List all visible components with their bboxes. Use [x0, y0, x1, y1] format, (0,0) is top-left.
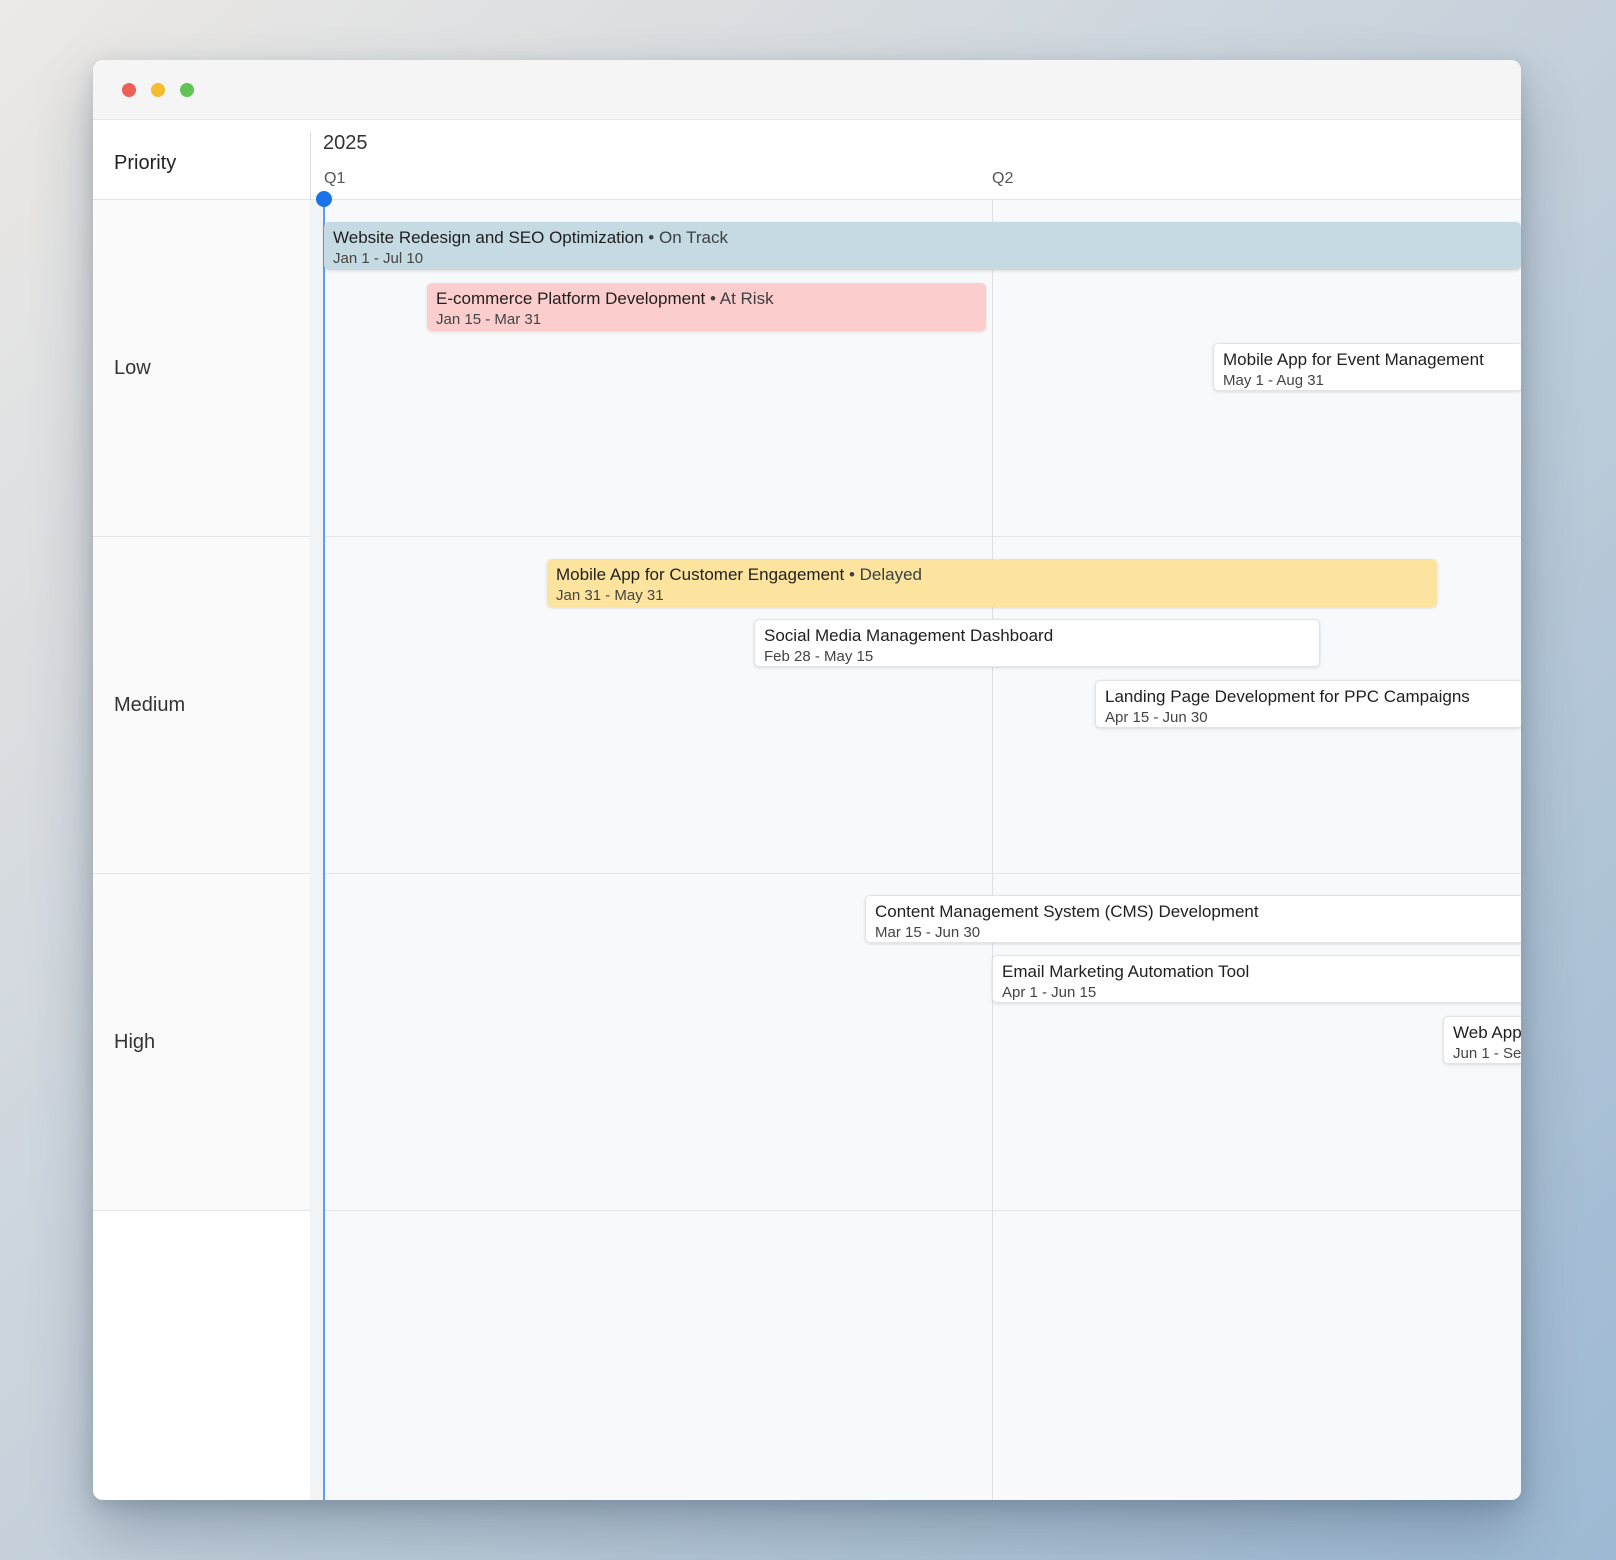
- row-label-text: Medium: [114, 694, 186, 716]
- lane-gutter: [310, 200, 324, 1500]
- task-bar[interactable]: Web App Jun 1 - Se: [1443, 1016, 1521, 1064]
- priority-header-label: Priority: [114, 152, 177, 174]
- task-name: Content Management System (CMS) Developm…: [875, 902, 1259, 921]
- task-bar[interactable]: Email Marketing Automation Tool Apr 1 - …: [992, 955, 1521, 1003]
- quarter-gridline-q2: [992, 200, 993, 1500]
- quarter-label-q2: Q2: [992, 170, 1014, 187]
- row-label-high: High: [93, 874, 310, 1211]
- task-dates: Apr 15 - Jun 30: [1105, 709, 1208, 726]
- task-name: Email Marketing Automation Tool: [1002, 962, 1250, 981]
- task-bar[interactable]: Social Media Management Dashboard Feb 28…: [754, 619, 1320, 667]
- task-dates: Apr 1 - Jun 15: [1002, 984, 1097, 1001]
- task-dates: Jan 15 - Mar 31: [436, 311, 542, 328]
- task-dates: Feb 28 - May 15: [764, 648, 874, 665]
- task-name: Landing Page Development for PPC Campaig…: [1105, 687, 1470, 706]
- row-label-empty: [93, 1211, 310, 1500]
- task-bar[interactable]: Landing Page Development for PPC Campaig…: [1095, 680, 1521, 728]
- task-name: E-commerce Platform Development: [436, 289, 706, 308]
- task-status: • Delayed: [844, 565, 922, 584]
- task-name: Mobile App for Customer Engagement: [556, 565, 845, 584]
- row-label-text: Low: [114, 357, 151, 379]
- task-name: Website Redesign and SEO Optimization: [333, 228, 644, 247]
- task-name: Web App: [1453, 1023, 1521, 1042]
- task-bar[interactable]: Content Management System (CMS) Developm…: [865, 895, 1521, 943]
- today-line: [323, 200, 325, 1500]
- task-name: Social Media Management Dashboard: [764, 626, 1054, 645]
- task-status: • On Track: [643, 228, 728, 247]
- task-bar[interactable]: E-commerce Platform Development • At Ris…: [427, 283, 986, 331]
- task-bar[interactable]: Mobile App for Customer Engagement • Del…: [547, 559, 1437, 607]
- row-label-low: Low: [93, 200, 310, 537]
- task-dates: Jan 1 - Jul 10: [333, 250, 424, 267]
- today-marker-icon[interactable]: [316, 191, 332, 207]
- task-dates: Mar 15 - Jun 30: [875, 924, 981, 941]
- row-label-medium: Medium: [93, 537, 310, 874]
- minimize-window-button[interactable]: [151, 83, 165, 97]
- lane-empty: [310, 1211, 1521, 1500]
- year-label: 2025: [323, 132, 368, 154]
- close-window-button[interactable]: [122, 83, 136, 97]
- priority-column-header: Priority: [93, 120, 310, 200]
- row-label-text: High: [114, 1031, 156, 1053]
- task-dates: May 1 - Aug 31: [1223, 372, 1324, 389]
- task-bar[interactable]: Website Redesign and SEO Optimization • …: [324, 222, 1521, 270]
- quarter-label-q1: Q1: [324, 170, 346, 187]
- task-dates: Jun 1 - Se: [1453, 1045, 1521, 1062]
- title-bar: [93, 60, 1521, 120]
- task-dates: Jan 31 - May 31: [556, 587, 664, 604]
- timeline-header: [311, 120, 1521, 200]
- task-bar[interactable]: Mobile App for Event Management May 1 - …: [1213, 343, 1521, 391]
- task-status: • At Risk: [705, 289, 774, 308]
- task-name: Mobile App for Event Management: [1223, 350, 1484, 369]
- app-window: Priority 2025 Q1 Q2 Low Medium High Webs…: [93, 60, 1521, 1500]
- maximize-window-button[interactable]: [180, 83, 194, 97]
